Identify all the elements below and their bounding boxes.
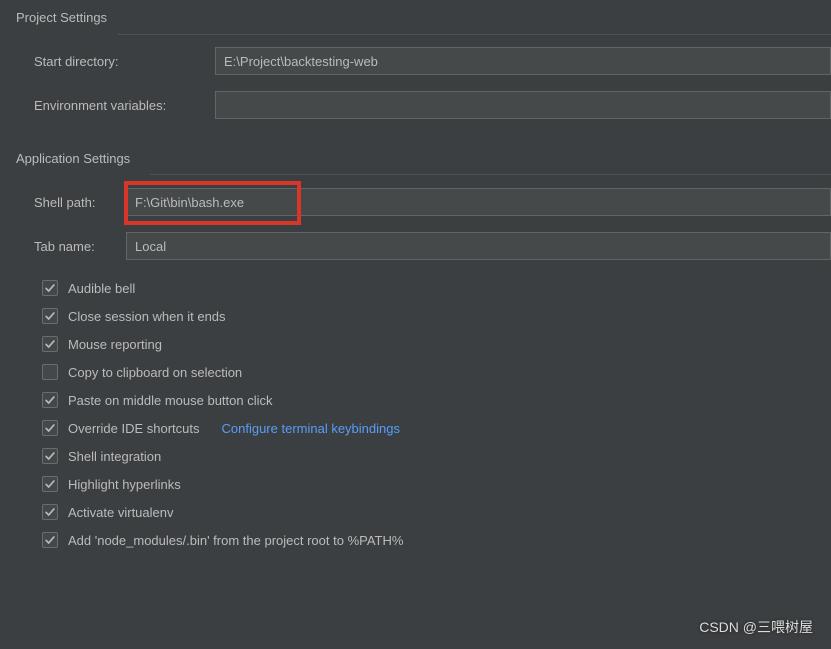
checkbox[interactable] xyxy=(42,364,58,380)
checkbox-row: Close session when it ends xyxy=(0,302,831,330)
checkbox-row: Paste on middle mouse button click xyxy=(0,386,831,414)
checkbox-label[interactable]: Activate virtualenv xyxy=(68,505,174,520)
env-vars-input[interactable] xyxy=(215,91,831,119)
checkbox[interactable] xyxy=(42,308,58,324)
checkbox[interactable] xyxy=(42,336,58,352)
checkbox[interactable] xyxy=(42,476,58,492)
tab-name-input[interactable] xyxy=(126,232,831,260)
start-directory-input[interactable] xyxy=(215,47,831,75)
start-directory-label: Start directory: xyxy=(34,54,209,69)
env-vars-label: Environment variables: xyxy=(34,98,209,113)
checkbox-row: Shell integration xyxy=(0,442,831,470)
checkbox[interactable] xyxy=(42,448,58,464)
watermark: CSDN @三喂树屋 xyxy=(699,617,813,637)
checkbox-row: Override IDE shortcuts Configure terminal… xyxy=(0,414,831,442)
divider xyxy=(118,34,831,35)
checkbox-label[interactable]: Add 'node_modules/.bin' from the project… xyxy=(68,533,403,548)
checkbox-label[interactable]: Mouse reporting xyxy=(68,337,162,352)
checkbox-label[interactable]: Audible bell xyxy=(68,281,135,296)
tab-name-label: Tab name: xyxy=(34,239,120,254)
checkbox-label[interactable]: Copy to clipboard on selection xyxy=(68,365,242,380)
checkbox[interactable] xyxy=(42,420,58,436)
checkbox-label[interactable]: Shell integration xyxy=(68,449,161,464)
configure-keybindings-link[interactable]: Configure terminal keybindings xyxy=(222,421,400,436)
checkbox[interactable] xyxy=(42,532,58,548)
divider xyxy=(150,174,831,175)
checkbox[interactable] xyxy=(42,392,58,408)
checkbox-row: Activate virtualenv xyxy=(0,498,831,526)
shell-path-input[interactable] xyxy=(126,188,831,216)
checkbox-row: Add 'node_modules/.bin' from the project… xyxy=(0,526,831,554)
shell-path-label: Shell path: xyxy=(34,195,120,210)
checkbox-label[interactable]: Highlight hyperlinks xyxy=(68,477,181,492)
checkbox[interactable] xyxy=(42,504,58,520)
checkbox-label[interactable]: Paste on middle mouse button click xyxy=(68,393,273,408)
project-settings-title: Project Settings xyxy=(0,0,831,33)
application-settings-title: Application Settings xyxy=(0,127,831,174)
checkbox-row: Audible bell xyxy=(0,274,831,302)
checkbox[interactable] xyxy=(42,280,58,296)
checkbox-label[interactable]: Override IDE shortcuts xyxy=(68,421,200,436)
checkbox-row: Copy to clipboard on selection xyxy=(0,358,831,386)
checkbox-row: Highlight hyperlinks xyxy=(0,470,831,498)
checkbox-row: Mouse reporting xyxy=(0,330,831,358)
checkbox-label[interactable]: Close session when it ends xyxy=(68,309,226,324)
